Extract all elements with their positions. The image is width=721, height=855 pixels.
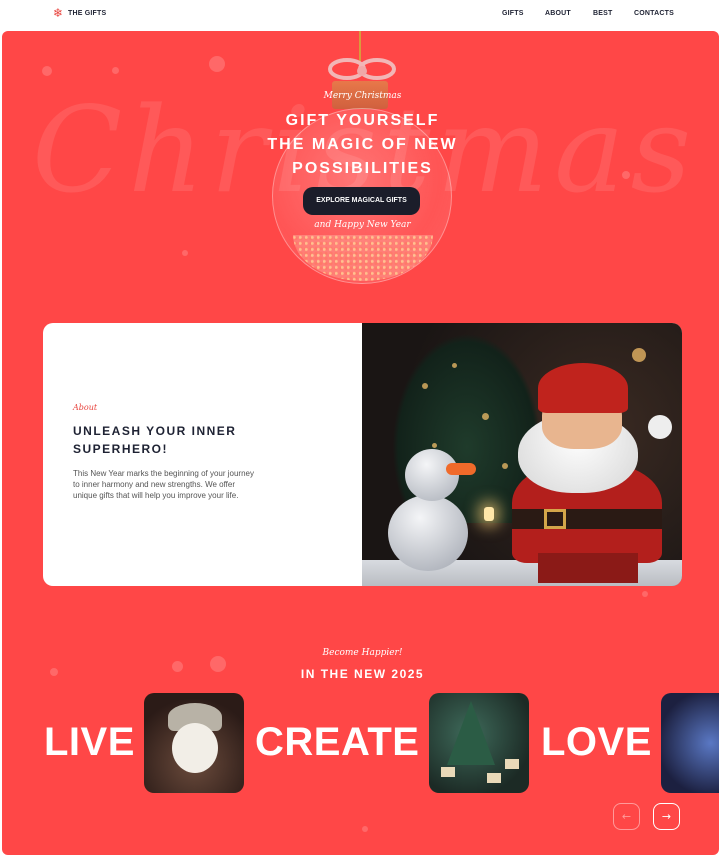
- bokeh-light: [482, 413, 489, 420]
- happier-script: Become Happier!: [322, 648, 403, 658]
- about-title-line: SUPERHERO!: [73, 442, 169, 456]
- hero-title-line: THE MAGIC OF NEW: [267, 136, 458, 153]
- slider-prev-button[interactable]: ←: [613, 803, 640, 830]
- logo[interactable]: ❄ THE GIFTS: [53, 6, 107, 20]
- word-create: CREATE: [255, 720, 420, 764]
- decorative-dot: [182, 250, 188, 256]
- slider-next-button[interactable]: →: [653, 803, 680, 830]
- logo-text: THE GIFTS: [68, 10, 107, 17]
- snowflake-icon: ❄: [53, 6, 64, 20]
- about-body: This New Year marks the beginning of you…: [73, 468, 313, 501]
- santa-hat: [538, 363, 628, 413]
- about-body-line: to inner harmony and new strengths. We o…: [73, 480, 236, 489]
- about-body-line: unique gifts that will help you improve …: [73, 491, 239, 500]
- nav-link-about[interactable]: ABOUT: [545, 10, 571, 17]
- about-text-block: About UNLEASH YOUR INNER SUPERHERO! This…: [73, 403, 313, 501]
- santa-belt: [512, 509, 662, 529]
- decorative-dot: [362, 826, 368, 832]
- bokeh-light: [502, 463, 508, 469]
- bokeh-light: [452, 363, 457, 368]
- about-card: About UNLEASH YOUR INNER SUPERHERO! This…: [43, 323, 682, 586]
- gift-box-icon: [505, 759, 519, 769]
- candle-icon: [484, 507, 494, 521]
- main-content: Christmas Merry Christmas GIFT YOURSELF …: [2, 31, 719, 855]
- bokeh-light: [422, 383, 428, 389]
- santa-hat-pompom: [648, 415, 672, 439]
- decorative-dot: [112, 67, 119, 74]
- arrow-left-icon: ←: [621, 810, 632, 823]
- explore-gifts-button[interactable]: EXPLORE MAGICAL GIFTS: [303, 187, 420, 215]
- hero-script-top: Merry Christmas: [323, 91, 402, 101]
- decorative-dot: [209, 56, 225, 72]
- santa-legs: [538, 553, 638, 583]
- hero-script-bottom: and Happy New Year: [314, 220, 411, 230]
- about-title-line: UNLEASH YOUR INNER: [73, 424, 237, 438]
- bokeh-light: [432, 443, 437, 448]
- word-love: LOVE: [541, 720, 652, 764]
- snowman-body: [388, 495, 468, 571]
- snowman-nose: [446, 463, 476, 475]
- santa-snowman-image: [362, 323, 682, 586]
- hero-title-line: POSSIBILITIES: [292, 160, 433, 177]
- bokeh-light: [632, 348, 646, 362]
- gift-box-icon: [487, 773, 501, 783]
- decorative-dot: [642, 591, 648, 597]
- hero-title: GIFT YOURSELF THE MAGIC OF NEW POSSIBILI…: [2, 109, 719, 181]
- about-body-line: This New Year marks the beginning of you…: [73, 469, 254, 478]
- christmas-tree-photo-tile[interactable]: [429, 693, 529, 793]
- ornament-glitter: [293, 235, 433, 281]
- snow-globe-photo-tile[interactable]: [661, 693, 719, 793]
- mini-tree-icon: [447, 701, 495, 765]
- about-title: UNLEASH YOUR INNER SUPERHERO!: [73, 422, 313, 458]
- snowman-mini: [172, 723, 218, 773]
- about-label: About: [73, 403, 98, 412]
- top-navigation-bar: ❄ THE GIFTS GIFTS ABOUT BEST CONTACTS: [0, 0, 721, 30]
- word-live: LIVE: [44, 720, 135, 764]
- gift-box-icon: [441, 767, 455, 777]
- nav-link-gifts[interactable]: GIFTS: [502, 10, 524, 17]
- santa-buckle: [544, 509, 566, 529]
- snowman-photo-tile[interactable]: [144, 693, 244, 793]
- nav-link-contacts[interactable]: CONTACTS: [634, 10, 674, 17]
- nav-link-best[interactable]: BEST: [593, 10, 612, 17]
- decorative-dot: [42, 66, 52, 76]
- happier-title: IN THE NEW 2025: [300, 667, 425, 681]
- snowman-head: [405, 449, 459, 501]
- arrow-right-icon: →: [661, 810, 672, 823]
- hero-title-line: GIFT YOURSELF: [285, 112, 440, 129]
